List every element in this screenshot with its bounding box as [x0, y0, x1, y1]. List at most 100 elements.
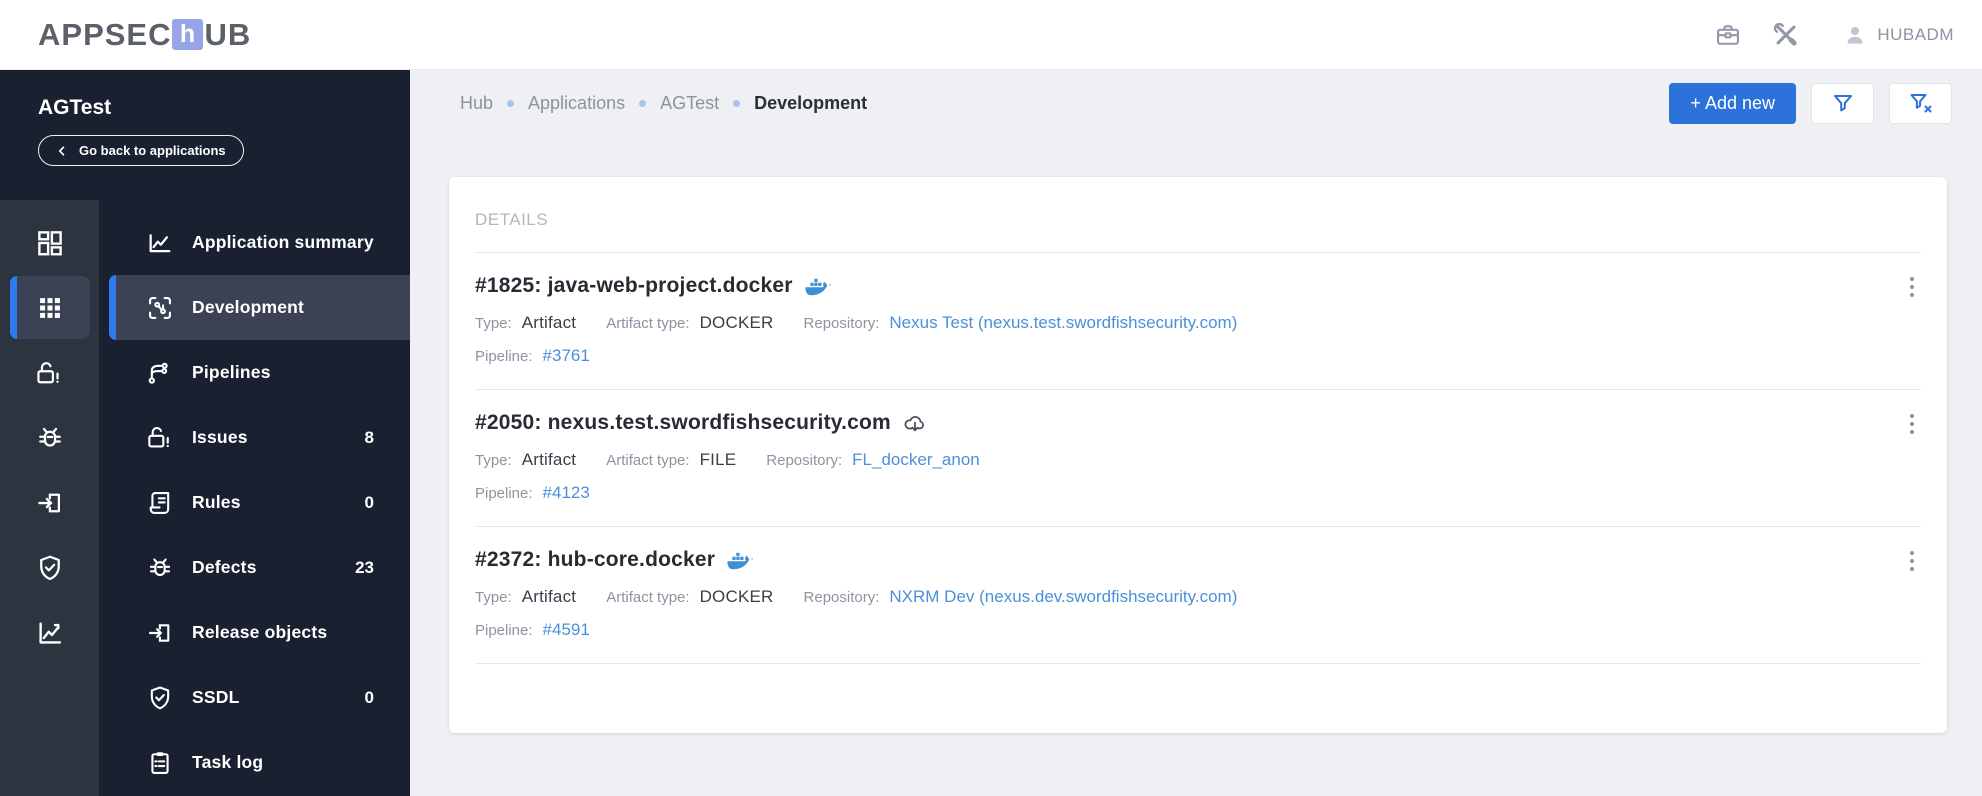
type-value: Artifact — [521, 450, 577, 469]
breadcrumb-separator-dot — [733, 99, 741, 107]
docker-icon — [727, 552, 753, 569]
sidebar-nav: Application summary Development Pipeline… — [99, 200, 410, 796]
go-back-button[interactable]: Go back to applications — [38, 135, 244, 166]
filter-icon — [1833, 95, 1852, 112]
appsechub-logo: APPSEC h UB — [38, 17, 251, 53]
sidebar-item-task-log[interactable]: Task log — [99, 730, 410, 795]
scroll-icon — [145, 488, 175, 518]
tools-icon[interactable] — [1769, 18, 1803, 52]
rail-item-applications[interactable] — [0, 275, 99, 340]
sidebar: AGTest Go back to applications Applicati… — [0, 70, 410, 796]
sidebar-item-label: Release objects — [192, 622, 328, 642]
icon-rail — [0, 200, 99, 796]
type-value: Artifact — [521, 587, 577, 606]
artifact-row: #2372: hub-core.docker Type: Artifact Art… — [475, 527, 1921, 664]
shield-check-icon — [145, 683, 175, 713]
lock-alert-icon — [145, 423, 175, 453]
artifact-title: #1825: java-web-project.docker — [475, 274, 793, 297]
rail-item-ssdl[interactable] — [0, 535, 99, 600]
filter-button[interactable] — [1811, 82, 1874, 124]
pipeline-label: Pipeline: — [475, 348, 533, 365]
ssdl-count-badge: 0 — [364, 687, 374, 707]
user-menu[interactable]: HUBADM — [1843, 23, 1954, 47]
sidebar-item-label: Rules — [192, 492, 241, 512]
type-label: Type: — [475, 315, 512, 332]
apps-grid-icon — [39, 297, 60, 318]
repository-label: Repository: — [803, 589, 880, 606]
rail-item-dashboard[interactable] — [0, 210, 99, 275]
rail-item-analytics[interactable] — [0, 600, 99, 665]
chevron-left-icon — [58, 145, 65, 156]
username: HUBADM — [1877, 24, 1954, 44]
user-icon — [1847, 26, 1863, 43]
artifact-type-label: Artifact type: — [606, 589, 690, 606]
pipeline-label: Pipeline: — [475, 485, 533, 502]
docker-icon — [805, 278, 831, 295]
breadcrumb-agtest[interactable]: AGTest — [660, 93, 719, 114]
breadcrumb-separator-dot — [639, 99, 647, 107]
add-new-button[interactable]: + Add new — [1669, 82, 1796, 124]
rail-item-issues[interactable] — [0, 340, 99, 405]
repository-link[interactable]: NXRM Dev (nexus.dev.swordfishsecurity.co… — [889, 587, 1237, 607]
artifact-type-value: DOCKER — [699, 587, 774, 606]
logo-text-right: UB — [204, 16, 252, 52]
toolbar: Hub Applications AGTest Development + Ad… — [410, 70, 1982, 136]
panel-title: DETAILS — [475, 177, 1921, 253]
bug-icon — [145, 553, 175, 583]
artifact-type-label: Artifact type: — [606, 452, 690, 469]
rail-item-release-objects[interactable] — [0, 470, 99, 535]
pipelines-branch-icon — [145, 358, 175, 388]
development-icon — [145, 293, 175, 323]
sidebar-item-label: Development — [192, 297, 305, 317]
cloud-download-icon — [904, 416, 924, 432]
sidebar-item-application-summary[interactable]: Application summary — [99, 210, 410, 275]
dashboard-icon — [37, 230, 62, 255]
clear-filter-button[interactable] — [1889, 82, 1952, 124]
exit-icon — [145, 618, 175, 648]
repository-label: Repository: — [803, 315, 880, 332]
exit-icon — [37, 493, 60, 512]
sidebar-item-rules[interactable]: Rules 0 — [99, 470, 410, 535]
issues-count-badge: 8 — [364, 427, 374, 447]
chart-icon — [38, 621, 61, 644]
top-bar: APPSEC h UB HUBADM — [0, 0, 1982, 70]
artifact-type-value: DOCKER — [699, 313, 774, 332]
defects-count-badge: 23 — [355, 557, 374, 577]
task-log-icon — [145, 748, 175, 778]
pipeline-link[interactable]: #4591 — [543, 620, 590, 640]
repository-link[interactable]: FL_docker_anon — [852, 450, 980, 470]
sidebar-item-development[interactable]: Development — [109, 275, 410, 340]
line-chart-icon — [145, 228, 175, 258]
repository-link[interactable]: Nexus Test (nexus.test.swordfishsecurity… — [889, 313, 1237, 333]
rail-item-defects[interactable] — [0, 405, 99, 470]
sidebar-item-issues[interactable]: Issues 8 — [99, 405, 410, 470]
sidebar-item-label: Issues — [192, 427, 248, 447]
breadcrumb: Hub Applications AGTest Development — [460, 93, 867, 114]
artifact-row: #1825: java-web-project.docker Type: Arti… — [475, 253, 1921, 390]
row-menu-button[interactable] — [1897, 406, 1927, 442]
breadcrumb-applications[interactable]: Applications — [528, 93, 625, 114]
pipeline-link[interactable]: #3761 — [543, 346, 590, 366]
application-name: AGTest — [38, 96, 112, 119]
go-back-label: Go back to applications — [79, 143, 226, 158]
filter-clear-icon — [1910, 94, 1931, 113]
breadcrumb-hub[interactable]: Hub — [460, 93, 493, 114]
row-menu-button[interactable] — [1897, 269, 1927, 305]
row-menu-button[interactable] — [1897, 543, 1927, 579]
breadcrumb-current: Development — [754, 92, 868, 113]
repository-label: Repository: — [766, 452, 843, 469]
pipeline-link[interactable]: #4123 — [543, 483, 590, 503]
sidebar-item-label: Task log — [192, 752, 264, 772]
type-label: Type: — [475, 452, 512, 469]
sidebar-item-defects[interactable]: Defects 23 — [99, 535, 410, 600]
logo-text-left: APPSEC — [38, 16, 172, 52]
type-label: Type: — [475, 589, 512, 606]
details-panel: DETAILS #1825: java-web-project.docker T… — [449, 177, 1947, 733]
sidebar-item-pipelines[interactable]: Pipelines — [99, 340, 410, 405]
artifact-type-label: Artifact type: — [606, 315, 690, 332]
briefcase-icon[interactable] — [1711, 18, 1745, 52]
sidebar-item-release-objects[interactable]: Release objects — [99, 600, 410, 665]
main-content: Hub Applications AGTest Development + Ad… — [410, 70, 1982, 796]
sidebar-item-ssdl[interactable]: SSDL 0 — [99, 665, 410, 730]
artifact-title: #2372: hub-core.docker — [475, 548, 716, 571]
